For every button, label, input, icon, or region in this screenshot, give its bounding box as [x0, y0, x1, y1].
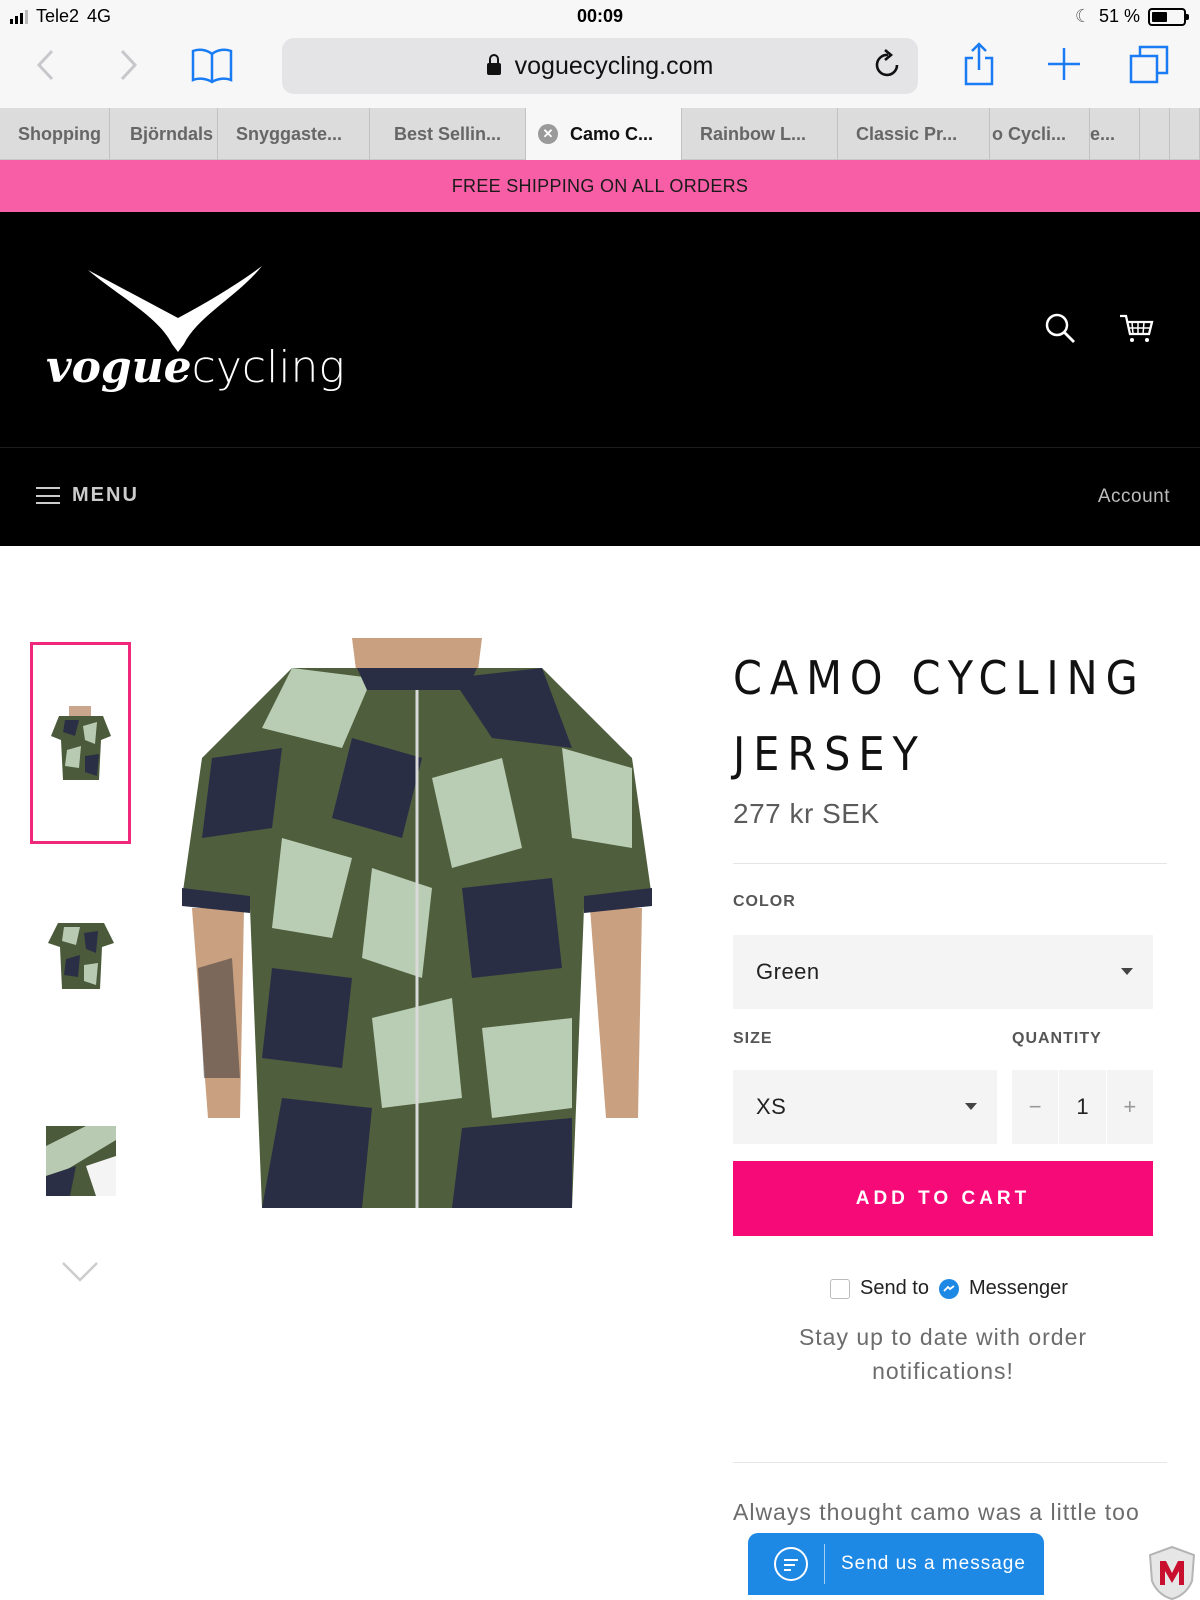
battery-icon [1148, 7, 1189, 26]
tab-cycling[interactable]: o Cycli... [990, 108, 1090, 160]
site-nav: MENU Account [0, 448, 1200, 546]
tab-label: Shopping [18, 123, 101, 144]
messenger-optin: Send to Messenger [830, 1277, 1068, 1300]
tab-shopping[interactable]: Shopping [0, 108, 110, 160]
site-header: voguecycling [0, 212, 1200, 448]
bookmarks-icon[interactable] [190, 46, 234, 90]
hamburger-icon [36, 487, 60, 504]
caret-down-icon [965, 1103, 977, 1110]
separator [824, 1544, 825, 1584]
chat-bubble-icon [774, 1547, 808, 1581]
tab-camo-cycling[interactable]: ✕ Camo C... [526, 108, 682, 160]
tab-stack[interactable] [1140, 108, 1170, 160]
quantity-label: QUANTITY [1012, 1030, 1102, 1047]
tab-label: Björndals [130, 123, 214, 144]
color-label: COLOR [733, 893, 796, 910]
site-logo[interactable]: voguecycling [44, 266, 345, 396]
product-thumbnail-3[interactable] [30, 1060, 131, 1262]
back-icon[interactable] [36, 48, 56, 88]
tab-bjorndals[interactable]: Björndals [110, 108, 218, 160]
chevron-down-icon[interactable] [60, 1260, 100, 1289]
close-tab-icon[interactable]: ✕ [538, 124, 558, 144]
tab-label: Camo C... [570, 123, 654, 144]
product-thumbnail-1[interactable] [30, 642, 131, 844]
messenger-icon [938, 1278, 959, 1299]
jersey-detail-thumbnail [45, 1126, 116, 1196]
tab-rainbow[interactable]: Rainbow L... [682, 108, 838, 160]
product-price: 277 kr SEK [733, 798, 880, 829]
color-select[interactable]: Green [733, 935, 1153, 1009]
tab-label: Rainbow L... [700, 123, 806, 144]
menu-label: MENU [72, 484, 139, 506]
product-main-image[interactable] [132, 638, 702, 1208]
product-description: Always thought camo was a little too [733, 1499, 1140, 1525]
jersey-back-thumbnail [47, 923, 114, 989]
size-label: SIZE [733, 1030, 773, 1047]
tab-label: Best Sellin... [394, 123, 502, 144]
status-bar: Tele2 4G 00:09 ☾ 51 % [0, 0, 1200, 32]
tab-more[interactable]: e... [1090, 108, 1140, 160]
security-badge-icon[interactable] [1148, 1545, 1196, 1600]
lock-icon [486, 54, 501, 75]
jersey-front-thumbnail [50, 706, 111, 780]
moon-icon: ☾ [1074, 6, 1091, 26]
send-to-label: Send to [860, 1277, 929, 1299]
messenger-label: Messenger [968, 1277, 1068, 1299]
tab-classic[interactable]: Classic Pr... [838, 108, 990, 160]
reload-icon[interactable] [874, 48, 902, 85]
chat-widget-button[interactable]: Send us a message [748, 1533, 1044, 1595]
divider [733, 863, 1167, 864]
size-select[interactable]: XS [733, 1070, 997, 1144]
product-title: CAMO CYCLING JERSEY [733, 651, 1146, 781]
battery-percent: 51 % [1098, 6, 1140, 26]
color-value: Green [756, 959, 820, 984]
tab-label: Snyggaste... [236, 123, 343, 144]
quantity-decrement-button[interactable]: − [1012, 1070, 1058, 1144]
url-text: voguecycling.com [514, 51, 714, 80]
tab-label: o Cycli... [992, 123, 1067, 144]
jersey-image [132, 638, 702, 1208]
caret-down-icon [1121, 968, 1133, 975]
browser-toolbar: voguecycling.com [0, 32, 1200, 108]
promo-banner: FREE SHIPPING ON ALL ORDERS [0, 160, 1200, 212]
notification-text: Stay up to date with order notifications… [798, 1324, 1088, 1384]
tab-label: e... [1090, 123, 1116, 144]
size-value: XS [756, 1094, 787, 1119]
cart-icon[interactable] [1118, 312, 1158, 352]
add-to-cart-button[interactable]: ADD TO CART [733, 1161, 1153, 1236]
tab-snyggaste[interactable]: Snyggaste... [218, 108, 370, 160]
tab-label: Classic Pr... [856, 123, 958, 144]
new-tab-icon[interactable] [1046, 46, 1082, 88]
tabs-overview-icon[interactable] [1128, 44, 1170, 90]
divider [733, 1462, 1167, 1463]
search-icon[interactable] [1044, 312, 1084, 352]
logo-text: voguecycling [46, 342, 345, 393]
messenger-checkbox[interactable] [830, 1278, 850, 1299]
share-icon[interactable] [962, 42, 996, 92]
browser-tabs: Shopping Björndals Snyggaste... Best Sel… [0, 108, 1200, 160]
status-right: ☾ 51 % [1074, 6, 1189, 27]
quantity-stepper: − 1 + [1012, 1070, 1153, 1144]
product-thumbnail-2[interactable] [30, 852, 131, 1054]
quantity-input[interactable]: 1 [1058, 1070, 1107, 1144]
menu-button[interactable]: MENU [36, 484, 139, 507]
clock: 00:09 [576, 6, 624, 26]
address-bar[interactable]: voguecycling.com [282, 38, 918, 94]
quantity-increment-button[interactable]: + [1107, 1070, 1153, 1144]
account-link[interactable]: Account [1098, 486, 1170, 508]
tab-stack[interactable] [1170, 108, 1200, 160]
tab-best-selling[interactable]: Best Sellin... [370, 108, 526, 160]
forward-icon[interactable] [118, 48, 138, 88]
chat-widget-label: Send us a message [841, 1553, 1026, 1574]
